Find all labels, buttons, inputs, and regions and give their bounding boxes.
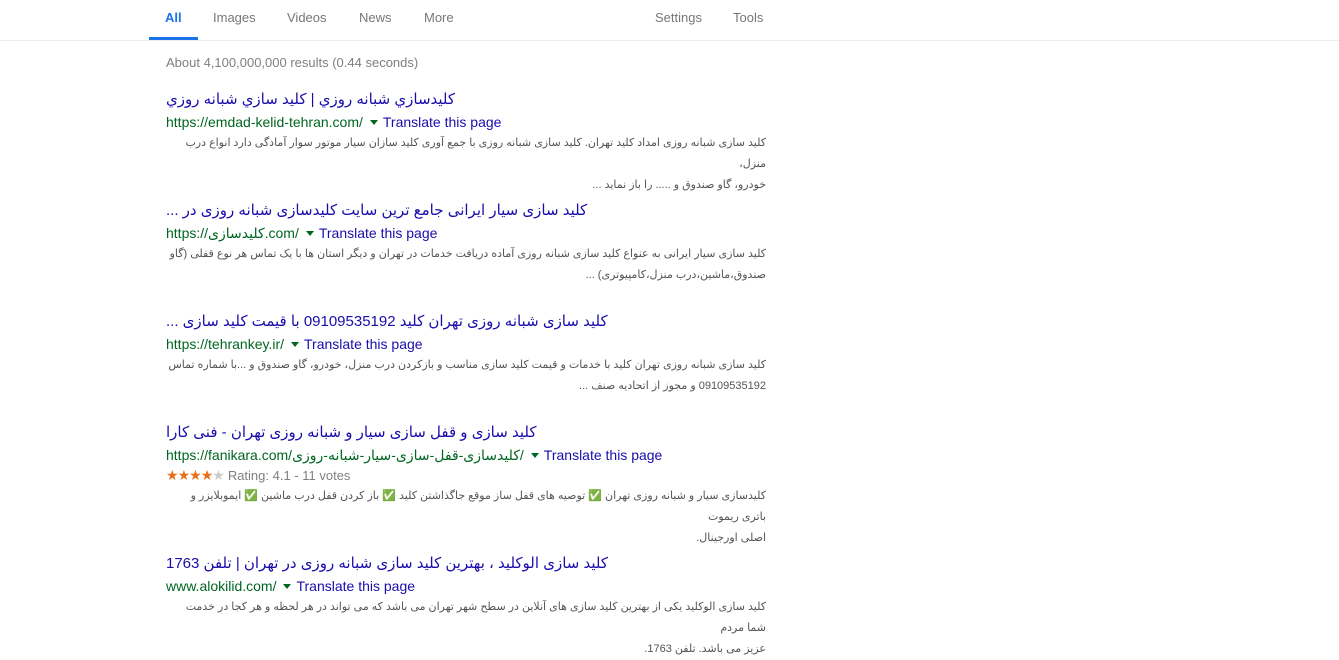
result-title-link[interactable]: کلید سازی سیار ایرانی جامع ترین سایت کلی… xyxy=(166,201,766,221)
tab-more[interactable]: More xyxy=(424,0,454,37)
snippet-line: صندوق،ماشین،درب منزل،کامپیوتری) ... xyxy=(585,269,766,281)
result-snippet: کلید سازی سیار ایرانی به عنواع کلید سازی… xyxy=(166,244,766,286)
dropdown-arrow-icon[interactable] xyxy=(530,452,539,458)
snippet-line: کلید سازی شبانه روزی امداد کلید تهران. ک… xyxy=(185,137,766,170)
result-snippet: کلید سازی الوکلید یکی از بهترین کلید ساز… xyxy=(166,597,766,660)
rating-text: Rating: 4.1 - 11 votes xyxy=(227,468,351,483)
search-result: کلید سازی سیار ایرانی جامع ترین سایت کلی… xyxy=(166,201,776,286)
result-title-link[interactable]: کلید سازی شبانه روزی تهران کلید 09109535… xyxy=(166,312,766,332)
dropdown-arrow-icon[interactable] xyxy=(283,583,292,589)
snippet-line: کلید سازی الوکلید یکی از بهترین کلید ساز… xyxy=(185,601,766,634)
translate-link[interactable]: Translate this page xyxy=(319,225,438,241)
result-title-link[interactable]: كليدسازي شبانه روزي | كليد سازي شبانه رو… xyxy=(166,90,766,110)
result-url: https://fanikara.com/کلیدسازی-قفل-سازی-س… xyxy=(166,447,524,463)
result-url-line: https://emdad-kelid-tehran.com/Translate… xyxy=(166,112,776,132)
snippet-line: کلیدسازی سیار و شبانه روزی تهران ✅ توصیه… xyxy=(190,490,766,523)
tab-tools[interactable]: Tools xyxy=(733,0,763,37)
result-url: https://emdad-kelid-tehran.com/ xyxy=(166,114,363,130)
result-url-line: www.alokilid.com/Translate this page xyxy=(166,576,776,596)
tab-all[interactable]: All xyxy=(149,0,198,40)
rating-line: ★★★★★ Rating: 4.1 - 11 votes xyxy=(166,466,776,485)
dropdown-arrow-icon[interactable] xyxy=(305,230,314,236)
star-filled-icon: ★ xyxy=(200,467,214,483)
dropdown-arrow-icon[interactable] xyxy=(369,119,378,125)
result-stats: About 4,100,000,000 results (0.44 second… xyxy=(166,55,419,70)
dropdown-arrow-icon[interactable] xyxy=(291,341,300,347)
search-result: كليدسازي شبانه روزي | كليد سازي شبانه رو… xyxy=(166,90,776,196)
search-result: کلید سازی شبانه روزی تهران کلید 09109535… xyxy=(166,312,776,397)
search-result: کلید سازی الوکلید ، بهترین کلید سازی شبا… xyxy=(166,554,776,660)
snippet-line: 09109535192 و مجوز از اتحادیه صنف ... xyxy=(579,380,766,392)
search-result: کلید سازی و قفل سازی سیار و شبانه روزی ت… xyxy=(166,423,776,549)
result-snippet: کلید سازی شبانه روزی تهران کلید با خدمات… xyxy=(166,355,766,397)
tab-images[interactable]: Images xyxy=(213,0,256,37)
snippet-line: اصلی اورجینال. xyxy=(696,532,766,544)
result-title-link[interactable]: کلید سازی الوکلید ، بهترین کلید سازی شبا… xyxy=(166,554,766,574)
star-empty-icon: ★ xyxy=(212,467,225,483)
result-url: https://کلیدسازی.com/ xyxy=(166,225,299,241)
translate-link[interactable]: Translate this page xyxy=(383,114,502,130)
result-url-line: https://fanikara.com/کلیدسازی-قفل-سازی-س… xyxy=(166,445,776,465)
star-filled-icon: ★ xyxy=(177,467,191,483)
star-filled-icon: ★ xyxy=(189,467,202,483)
snippet-line: خودرو، گاو صندوق و ..... را باز نماید ..… xyxy=(592,179,766,191)
result-url-line: https://کلیدسازی.com/Translate this page xyxy=(166,223,776,243)
star-filled-icon: ★ xyxy=(166,467,179,483)
translate-link[interactable]: Translate this page xyxy=(544,447,663,463)
tab-settings[interactable]: Settings xyxy=(655,0,702,37)
search-tabs-bar: All Images Videos News More Settings Too… xyxy=(0,0,1339,41)
snippet-line: کلید سازی شبانه روزی تهران کلید با خدمات… xyxy=(168,359,766,371)
translate-link[interactable]: Translate this page xyxy=(304,336,423,352)
tab-videos[interactable]: Videos xyxy=(287,0,327,37)
result-url: https://tehrankey.ir/ xyxy=(166,336,285,352)
tab-news[interactable]: News xyxy=(359,0,392,37)
result-snippet: کلیدسازی سیار و شبانه روزی تهران ✅ توصیه… xyxy=(166,486,766,549)
snippet-line: کلید سازی سیار ایرانی به عنواع کلید سازی… xyxy=(169,248,766,260)
snippet-line: عزیز می باشد. تلفن 1763. xyxy=(644,643,766,655)
translate-link[interactable]: Translate this page xyxy=(296,578,415,594)
result-title-link[interactable]: کلید سازی و قفل سازی سیار و شبانه روزی ت… xyxy=(166,423,766,443)
result-snippet: کلید سازی شبانه روزی امداد کلید تهران. ک… xyxy=(166,133,766,196)
result-url-line: https://tehrankey.ir/Translate this page xyxy=(166,334,776,354)
result-url: www.alokilid.com/ xyxy=(166,578,277,594)
star-rating-icon: ★★★★★ xyxy=(166,466,225,484)
